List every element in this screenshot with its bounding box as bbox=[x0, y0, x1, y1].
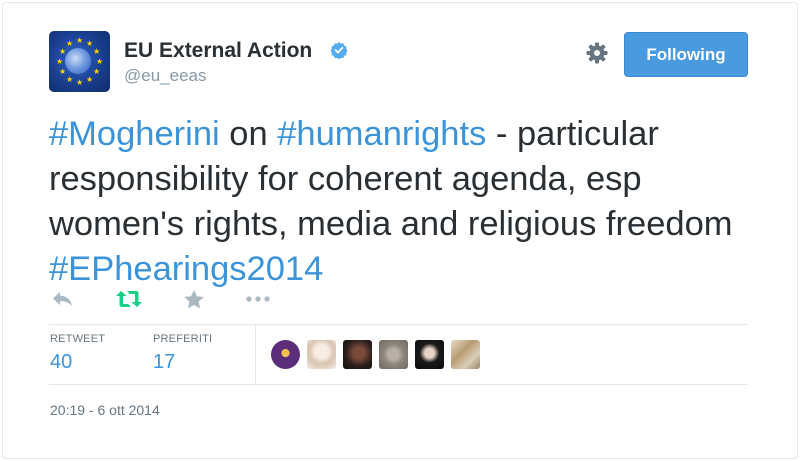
favoriter-avatar-2[interactable] bbox=[307, 340, 336, 369]
eu-star-icon: ★ bbox=[93, 67, 101, 76]
globe-icon bbox=[65, 48, 91, 74]
favoriter-avatar-3[interactable] bbox=[343, 340, 372, 369]
verified-badge-icon bbox=[330, 42, 348, 59]
tweet-timestamp[interactable]: 20:19 - 6 ott 2014 bbox=[50, 402, 160, 418]
hashtag-link[interactable]: #EPhearings2014 bbox=[49, 250, 323, 288]
retweet-icon[interactable] bbox=[116, 290, 142, 308]
eu-star-icon: ★ bbox=[59, 47, 67, 56]
eu-star-icon: ★ bbox=[59, 67, 67, 76]
favorites-count[interactable]: 17 bbox=[153, 351, 175, 374]
eu-star-icon: ★ bbox=[56, 57, 64, 66]
favoriter-avatar-4[interactable] bbox=[379, 340, 408, 369]
retweets-count[interactable]: 40 bbox=[50, 351, 72, 374]
eu-star-icon: ★ bbox=[93, 47, 101, 56]
profile-avatar[interactable]: ★ ★ ★ ★ ★ ★ ★ ★ ★ ★ ★ ★ bbox=[49, 31, 110, 92]
tweet-text: #Mogherini on #humanrights - particular … bbox=[49, 112, 739, 292]
favoriter-avatar-6[interactable] bbox=[451, 340, 480, 369]
favoriter-avatar-5[interactable] bbox=[415, 340, 444, 369]
eu-star-icon: ★ bbox=[76, 78, 84, 87]
display-name[interactable]: EU External Action bbox=[124, 39, 312, 63]
favorites-label[interactable]: PREFERITI bbox=[153, 333, 212, 345]
eu-star-icon: ★ bbox=[66, 75, 74, 84]
hashtag-link[interactable]: #humanrights bbox=[277, 115, 486, 153]
tweet-text-segment: on bbox=[219, 115, 278, 153]
eu-star-icon: ★ bbox=[66, 39, 74, 48]
following-button[interactable]: Following bbox=[624, 32, 748, 77]
star-icon[interactable] bbox=[184, 290, 204, 309]
hashtag-link[interactable]: #Mogherini bbox=[49, 115, 220, 153]
more-dots-icon[interactable] bbox=[246, 295, 270, 303]
eu-star-icon: ★ bbox=[96, 57, 104, 66]
gear-icon[interactable] bbox=[585, 41, 609, 65]
divider bbox=[49, 384, 748, 385]
username-handle[interactable]: @eu_eeas bbox=[124, 66, 207, 86]
reply-icon[interactable] bbox=[52, 291, 74, 307]
eu-star-icon: ★ bbox=[86, 75, 94, 84]
stats-separator bbox=[255, 325, 256, 385]
divider bbox=[49, 324, 748, 325]
eu-star-icon: ★ bbox=[76, 36, 84, 45]
favoriter-avatar-1[interactable] bbox=[271, 340, 300, 369]
retweets-label[interactable]: RETWEET bbox=[50, 333, 105, 345]
